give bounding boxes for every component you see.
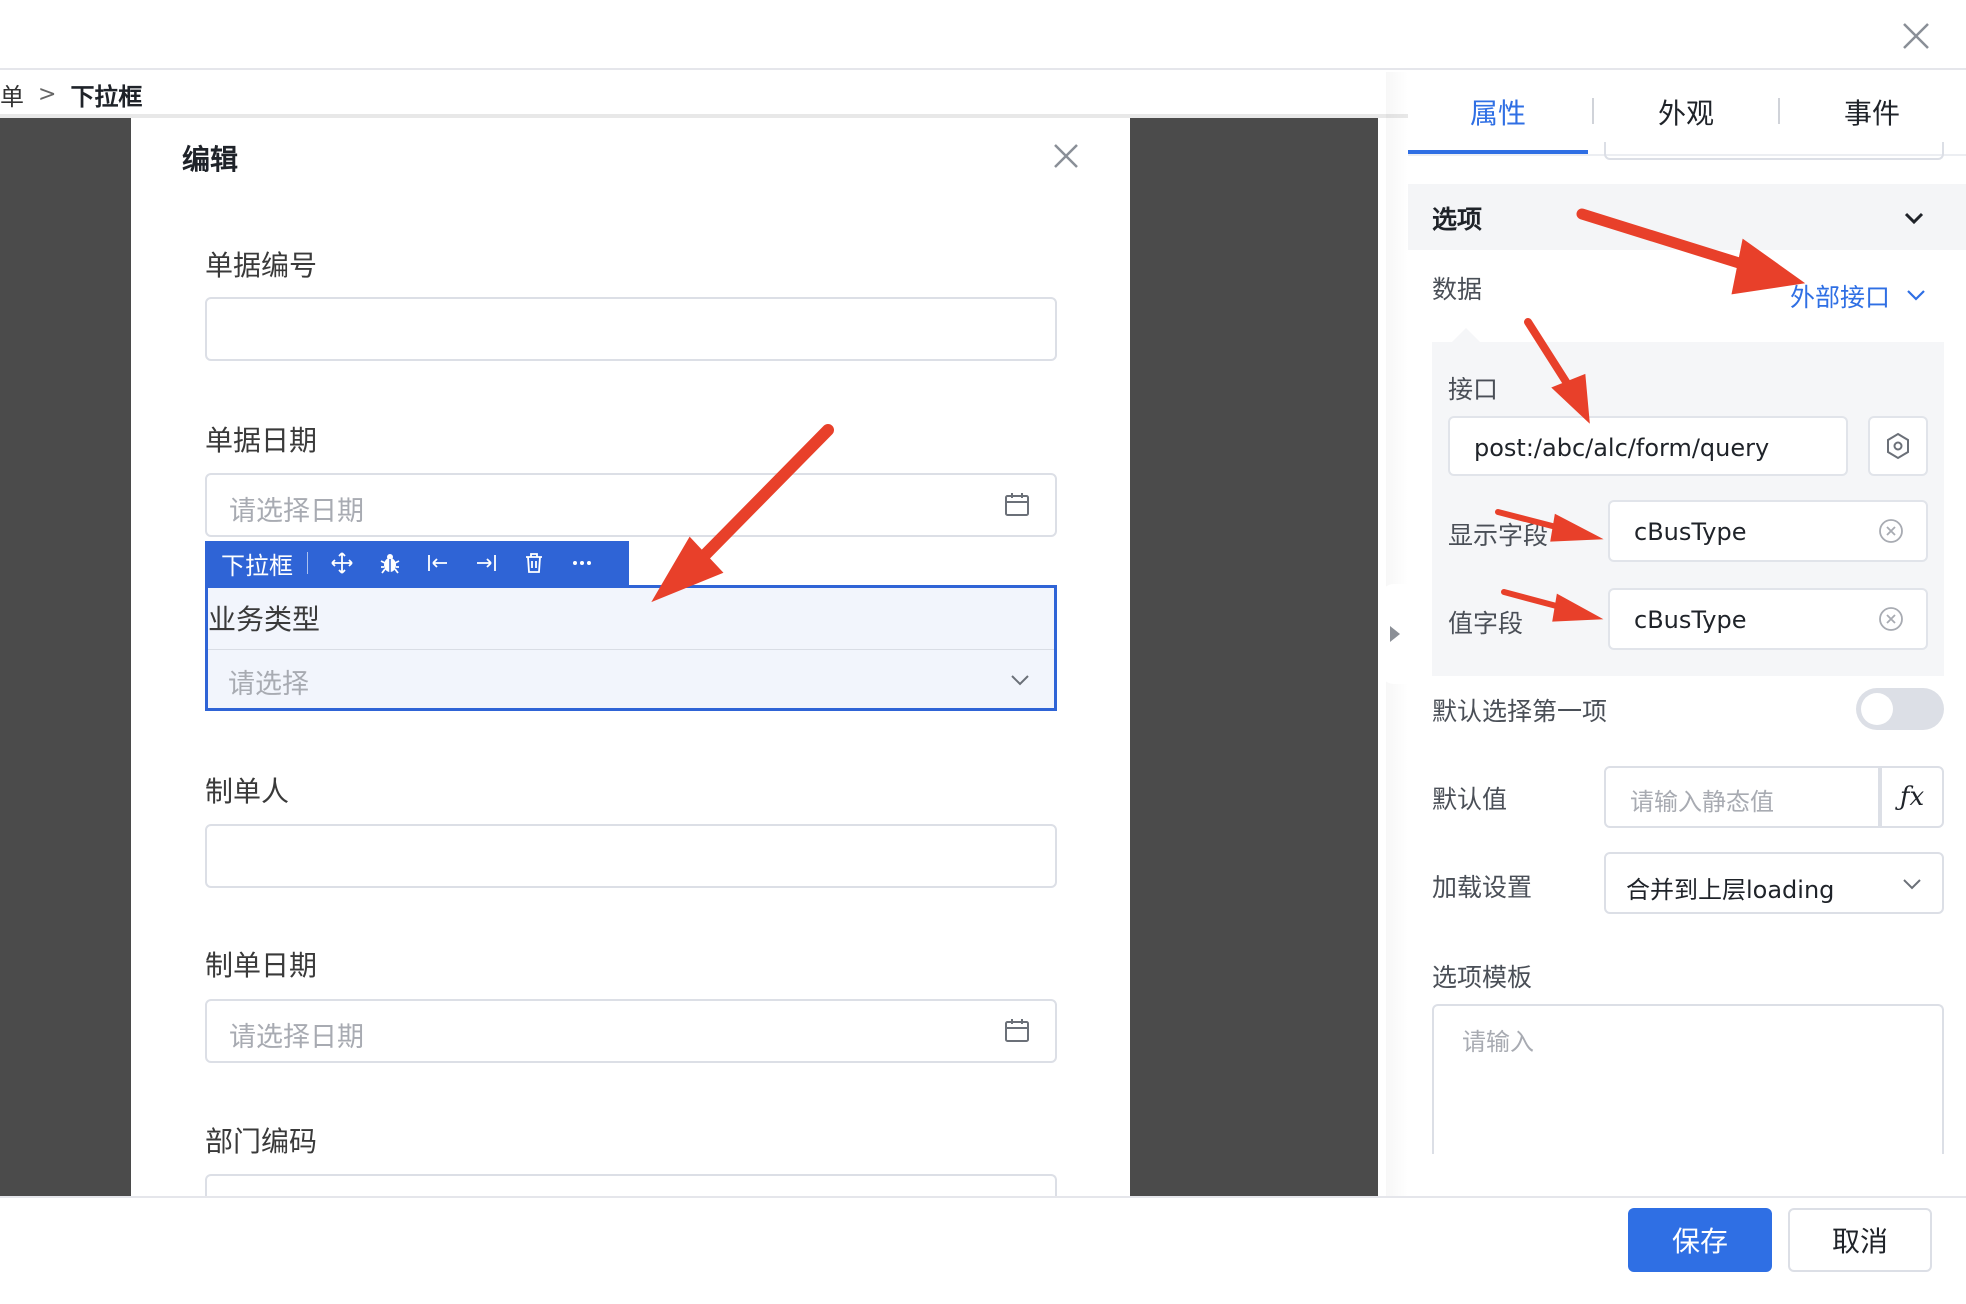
template-label: 选项模板	[1432, 963, 1533, 992]
doc-date-placeholder: 请选择日期	[229, 496, 364, 527]
default-first-label: 默认选择第一项	[1432, 697, 1608, 726]
save-button[interactable]: 保存	[1628, 1208, 1772, 1272]
breadcrumb-prev[interactable]: 表单	[0, 77, 24, 112]
chevron-down-icon[interactable]	[1905, 284, 1927, 306]
template-textarea[interactable]: 请输入	[1432, 1004, 1944, 1154]
cancel-button[interactable]: 取消	[1788, 1208, 1932, 1272]
tab-properties[interactable]: 属性	[1470, 92, 1526, 132]
tab-events[interactable]: 事件	[1844, 92, 1900, 132]
modal-title: 编辑	[182, 143, 239, 176]
doc-number-input[interactable]	[205, 297, 1057, 361]
breadcrumb-separator: >	[38, 81, 57, 107]
component-toolbar: 下拉框	[205, 541, 629, 585]
default-value-placeholder: 请输入静态值	[1630, 788, 1774, 816]
field-label-doc-number: 单据编号	[205, 249, 318, 282]
calendar-icon	[1003, 491, 1031, 519]
chevron-down-icon	[1900, 872, 1924, 896]
api-settings-icon[interactable]	[1868, 416, 1928, 476]
display-field-label: 显示字段	[1448, 521, 1549, 550]
partial-input-above[interactable]	[1604, 142, 1944, 160]
breadcrumb-current: 下拉框	[70, 82, 143, 111]
business-type-select[interactable]: 请选择	[208, 649, 1054, 709]
active-tab-indicator	[1408, 150, 1588, 154]
creator-input[interactable]	[205, 824, 1057, 888]
toggle-knob	[1861, 693, 1893, 725]
dept-code-input[interactable]	[205, 1174, 1057, 1196]
loading-label: 加载设置	[1432, 873, 1533, 902]
default-value-label: 默认值	[1432, 785, 1508, 814]
align-right-icon[interactable]	[462, 541, 510, 585]
loading-value: 合并到上层loading	[1626, 876, 1835, 904]
section-options-header[interactable]	[1408, 184, 1966, 250]
field-label-creator: 制单人	[205, 775, 290, 808]
field-label-create-date: 制单日期	[205, 949, 318, 982]
doc-date-picker[interactable]: 请选择日期	[205, 473, 1057, 537]
value-field-value: cBusType	[1634, 606, 1747, 634]
value-field-input[interactable]: cBusType	[1608, 588, 1928, 650]
caret-right-icon	[1390, 626, 1400, 642]
field-label-business-type: 业务类型	[208, 603, 321, 636]
section-title: 选项	[1432, 205, 1483, 234]
tab-appearance[interactable]: 外观	[1658, 92, 1714, 132]
display-field-value: cBusType	[1634, 518, 1747, 546]
fx-formula-button[interactable]: ƒx	[1880, 766, 1944, 828]
delete-trash-icon[interactable]	[510, 541, 558, 585]
business-type-placeholder: 请选择	[228, 669, 309, 700]
more-icon[interactable]	[558, 541, 606, 585]
clear-icon[interactable]	[1878, 606, 1904, 632]
api-label: 接口	[1448, 375, 1499, 404]
component-type-label: 下拉框	[221, 551, 293, 580]
close-icon[interactable]	[1896, 16, 1936, 56]
selected-business-type-select[interactable]: 业务类型 请选择	[205, 585, 1057, 711]
clear-icon[interactable]	[1878, 518, 1904, 544]
template-placeholder: 请输入	[1462, 1028, 1534, 1056]
chevron-down-icon[interactable]	[1902, 206, 1926, 230]
data-source-label: 数据	[1432, 275, 1483, 304]
display-field-input[interactable]: cBusType	[1608, 500, 1928, 562]
api-input[interactable]: post:/abc/alc/form/query	[1448, 416, 1848, 476]
debug-bug-icon[interactable]	[366, 541, 414, 585]
field-label-dept-code: 部门编码	[205, 1125, 318, 1158]
calendar-icon	[1003, 1017, 1031, 1045]
modal-close-icon[interactable]	[1046, 136, 1086, 176]
value-field-label: 值字段	[1448, 609, 1524, 638]
chevron-down-icon	[1008, 668, 1032, 692]
create-date-placeholder: 请选择日期	[229, 1022, 364, 1053]
loading-select[interactable]: 合并到上层loading	[1604, 852, 1944, 914]
breadcrumb: 表单 > 下拉框	[0, 76, 142, 112]
create-date-picker[interactable]: 请选择日期	[205, 999, 1057, 1063]
default-value-input[interactable]: 请输入静态值	[1604, 766, 1880, 828]
align-left-icon[interactable]	[414, 541, 462, 585]
top-bar	[0, 0, 1966, 70]
field-label-doc-date: 单据日期	[205, 424, 318, 457]
data-source-select[interactable]: 外部接口	[1790, 278, 1890, 314]
move-icon[interactable]	[318, 541, 366, 585]
